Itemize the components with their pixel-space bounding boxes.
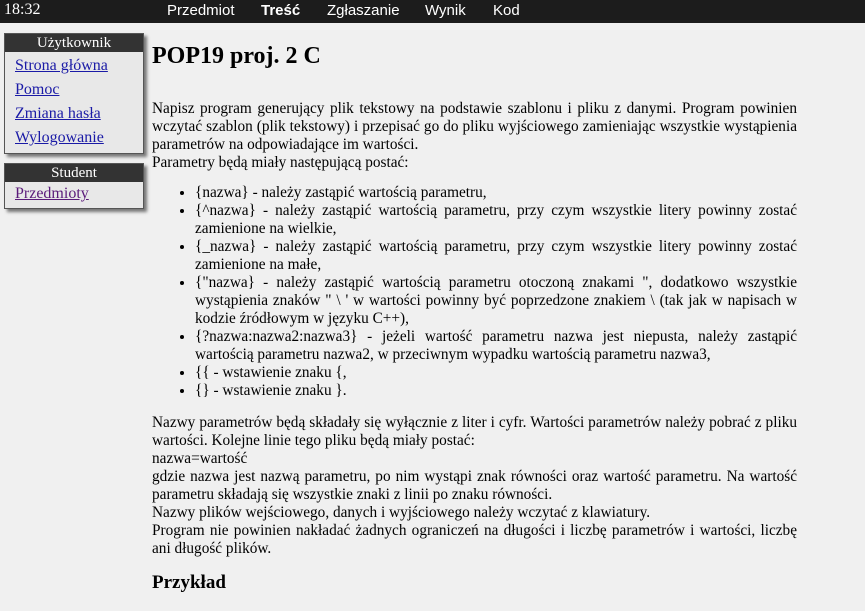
- nav-tab-kod[interactable]: Kod: [493, 2, 520, 19]
- list-item: {_nazwa} - należy zastąpić wartością par…: [195, 238, 797, 274]
- nav-tab-tresc[interactable]: Treść: [261, 2, 300, 19]
- nav-tab-przedmiot[interactable]: Przedmiot: [167, 2, 235, 19]
- task-content: POP19 proj. 2 C Napisz program generując…: [152, 38, 797, 592]
- list-item: {?nazwa:nazwa2:nazwa3} - jeżeli wartość …: [195, 328, 797, 364]
- names-paragraph: Nazwy parametrów będą składały się wyłąc…: [152, 414, 797, 449]
- format-description: gdzie nazwa jest nazwą parametru, po nim…: [152, 468, 797, 503]
- help-link[interactable]: Pomoc: [15, 78, 143, 102]
- limits-paragraph: Program nie powinien nakładać żadnych og…: [152, 522, 797, 557]
- user-panel-title: Użytkownik: [5, 34, 143, 52]
- subjects-link[interactable]: Przedmioty: [15, 182, 143, 206]
- page-title: POP19 proj. 2 C: [152, 43, 321, 69]
- clock: 18:32: [4, 1, 41, 18]
- user-panel: Użytkownik Strona główna Pomoc Zmiana ha…: [4, 33, 144, 154]
- home-link[interactable]: Strona główna: [15, 54, 143, 78]
- intro-paragraph: Napisz program generujący plik tekstowy …: [152, 100, 797, 153]
- top-bar: 18:32 Przedmiot Treść Zgłaszanie Wynik K…: [0, 0, 865, 23]
- change-password-link[interactable]: Zmiana hasła: [15, 102, 143, 126]
- files-paragraph: Nazwy plików wejściowego, danych i wyjśc…: [152, 504, 651, 521]
- list-item: {nazwa} - należy zastąpić wartością para…: [195, 184, 797, 202]
- student-panel: Student Przedmioty: [4, 163, 144, 209]
- list-item: {} - wstawienie znaku }.: [195, 382, 797, 400]
- logout-link[interactable]: Wylogowanie: [15, 126, 143, 150]
- format-line: nazwa=wartość: [152, 450, 248, 467]
- nav-tab-zglaszanie[interactable]: Zgłaszanie: [327, 2, 400, 19]
- example-heading: Przykład: [152, 572, 226, 593]
- list-item: {"nazwa} - należy zastąpić wartością par…: [195, 274, 797, 328]
- params-intro: Parametry będą miały następującą postać:: [152, 154, 409, 171]
- params-list: {nazwa} - należy zastąpić wartością para…: [152, 184, 797, 400]
- list-item: {{ - wstawienie znaku {,: [195, 364, 797, 382]
- student-panel-title: Student: [5, 164, 143, 182]
- list-item: {^nazwa} - należy zastąpić wartością par…: [195, 202, 797, 238]
- nav-tab-wynik[interactable]: Wynik: [425, 2, 466, 19]
